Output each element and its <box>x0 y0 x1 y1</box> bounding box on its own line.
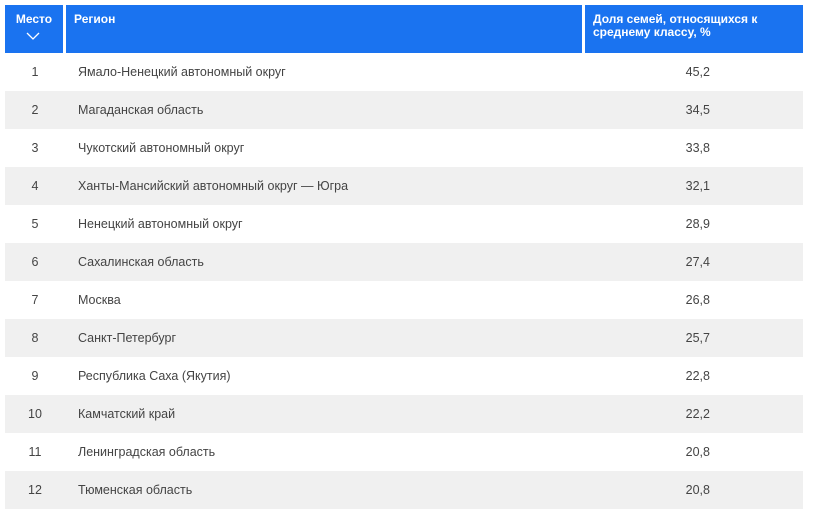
rank-cell: 12 <box>28 483 42 497</box>
column-header-region[interactable]: Регион <box>66 5 582 53</box>
share-cell: 27,4 <box>685 255 710 269</box>
region-cell: Москва <box>78 293 121 307</box>
share-cell: 26,8 <box>685 293 710 307</box>
share-cell: 25,7 <box>685 331 710 345</box>
region-cell: Магаданская область <box>78 103 204 117</box>
region-cell: Республика Саха (Якутия) <box>78 369 231 383</box>
region-cell: Тюменская область <box>78 483 193 497</box>
rank-cell: 2 <box>31 103 39 117</box>
share-cell: 20,8 <box>685 483 710 497</box>
rank-cell: 4 <box>31 179 39 193</box>
region-cell: Ленинградская область <box>78 445 216 459</box>
region-cell: Ямало-Ненецкий автономный округ <box>78 65 286 79</box>
rank-cell: 7 <box>31 293 39 307</box>
share-cell: 33,8 <box>685 141 710 155</box>
table-row: 2 Магаданская область 34,5 <box>5 91 803 129</box>
table-row: 11 Ленинградская область 20,8 <box>5 433 803 471</box>
region-cell: Сахалинская область <box>78 255 204 269</box>
rank-cell: 11 <box>28 445 42 459</box>
share-cell: 20,8 <box>685 445 710 459</box>
column-header-rank[interactable]: Место <box>5 5 63 53</box>
table-row: 3 Чукотский автономный округ 33,8 <box>5 129 803 167</box>
rank-cell: 6 <box>31 255 39 269</box>
share-cell: 45,2 <box>685 65 710 79</box>
table-row: 4 Ханты-Мансийский автономный округ — Юг… <box>5 167 803 205</box>
column-header-rank-label: Место <box>15 12 53 26</box>
table-row: 6 Сахалинская область 27,4 <box>5 243 803 281</box>
table-row: 5 Ненецкий автономный округ 28,9 <box>5 205 803 243</box>
share-cell: 28,9 <box>685 217 710 231</box>
rank-cell: 9 <box>31 369 39 383</box>
region-cell: Санкт-Петербург <box>78 331 177 345</box>
rank-cell: 1 <box>31 65 39 79</box>
rank-cell: 5 <box>31 217 39 231</box>
table-header: Место Регион Доля семей, относящихся к с… <box>5 5 803 53</box>
table-row: 12 Тюменская область 20,8 <box>5 471 803 509</box>
region-cell: Камчатский край <box>78 407 176 421</box>
table-row: 1 Ямало-Ненецкий автономный округ 45,2 <box>5 53 803 91</box>
chevron-down-icon[interactable] <box>26 31 40 41</box>
rank-cell: 8 <box>31 331 39 345</box>
table-row: 8 Санкт-Петербург 25,7 <box>5 319 803 357</box>
table-row: 9 Республика Саха (Якутия) 22,8 <box>5 357 803 395</box>
table-row: 10 Камчатский край 22,2 <box>5 395 803 433</box>
share-cell: 32,1 <box>685 179 710 193</box>
column-header-region-label: Регион <box>74 12 116 26</box>
rank-cell: 3 <box>31 141 39 155</box>
share-cell: 34,5 <box>685 103 710 117</box>
share-cell: 22,8 <box>685 369 710 383</box>
region-cell: Чукотский автономный округ <box>78 141 245 155</box>
rank-cell: 10 <box>28 407 42 421</box>
region-cell: Ханты-Мансийский автономный округ — Югра <box>78 179 349 193</box>
column-header-share[interactable]: Доля семей, относящихся к среднему класс… <box>585 5 803 53</box>
share-cell: 22,2 <box>685 407 710 421</box>
table-row: 7 Москва 26,8 <box>5 281 803 319</box>
column-header-share-label: Доля семей, относящихся к среднему класс… <box>593 12 758 39</box>
region-ranking-table: Место Регион Доля семей, относящихся к с… <box>5 5 803 509</box>
region-cell: Ненецкий автономный округ <box>78 217 243 231</box>
